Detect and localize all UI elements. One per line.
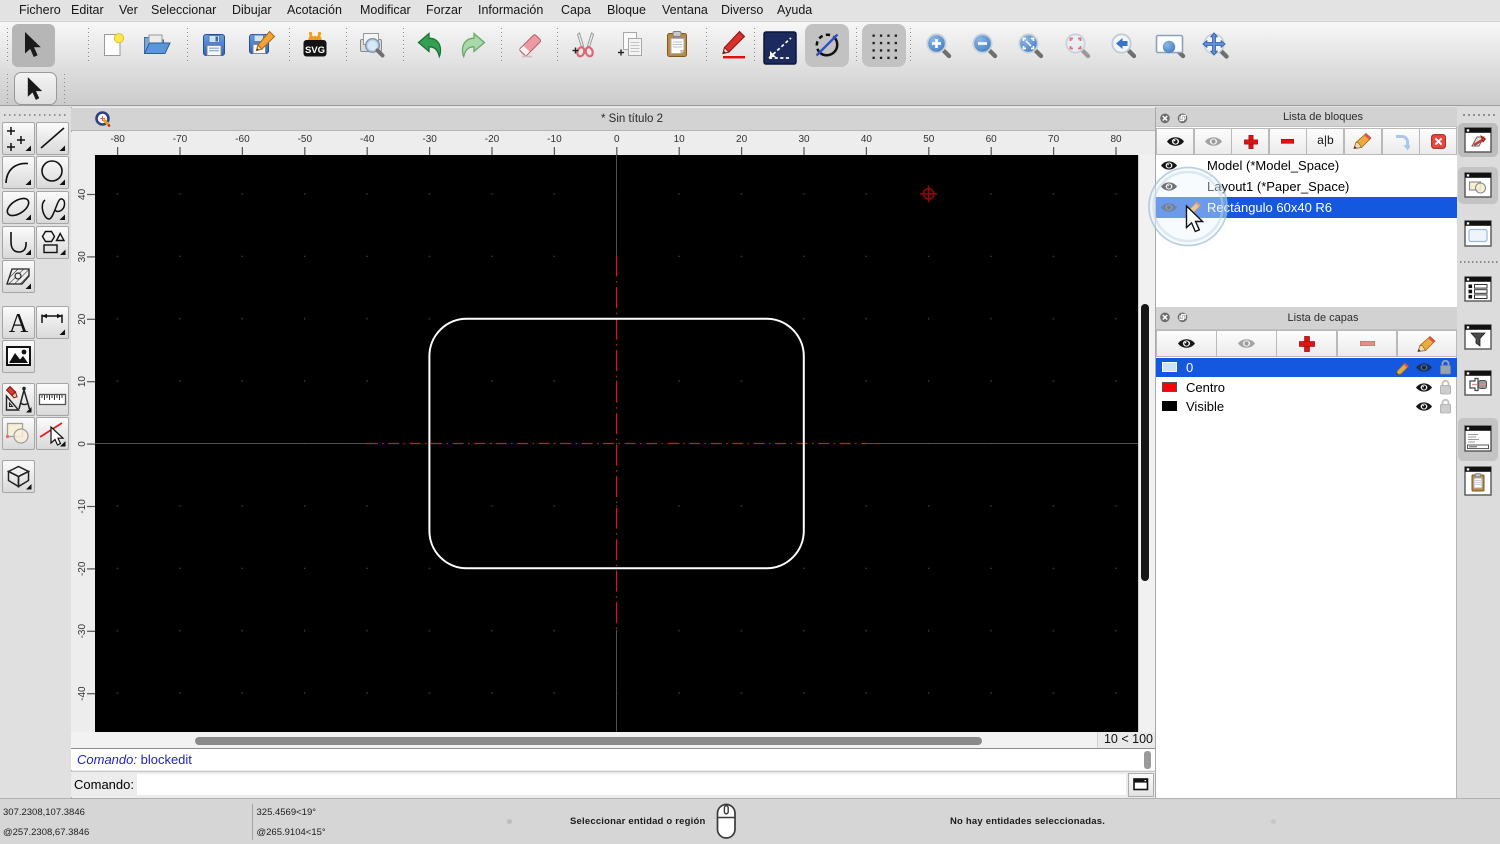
svg-text:-70: -70	[173, 134, 188, 145]
svg-text:0: 0	[614, 134, 620, 145]
svg-text:-10: -10	[77, 499, 88, 514]
svg-text:20: 20	[736, 134, 748, 145]
svg-text:30: 30	[77, 251, 88, 263]
svg-text:10: 10	[77, 376, 88, 388]
svg-text:-30: -30	[77, 624, 88, 639]
svg-text:-10: -10	[547, 134, 562, 145]
svg-text:80: 80	[1110, 134, 1122, 145]
svg-text:-40: -40	[360, 134, 375, 145]
svg-text:A: A	[9, 308, 29, 338]
svg-text:-20: -20	[485, 134, 500, 145]
svg-text:40: 40	[861, 134, 873, 145]
svg-text:-80: -80	[110, 134, 125, 145]
svg-text:60: 60	[986, 134, 998, 145]
svg-text:SVG: SVG	[305, 45, 325, 56]
svg-text:-30: -30	[422, 134, 437, 145]
svg-text:-60: -60	[235, 134, 250, 145]
svg-text:50: 50	[923, 134, 935, 145]
svg-text:20: 20	[77, 313, 88, 325]
svg-text:-40: -40	[77, 686, 88, 701]
svg-text:-50: -50	[298, 134, 313, 145]
svg-text:30: 30	[798, 134, 810, 145]
svg-text:-20: -20	[77, 561, 88, 576]
svg-text:10: 10	[674, 134, 686, 145]
svg-text:70: 70	[1048, 134, 1060, 145]
svg-text:40: 40	[77, 188, 88, 200]
svg-text:0: 0	[77, 441, 88, 447]
